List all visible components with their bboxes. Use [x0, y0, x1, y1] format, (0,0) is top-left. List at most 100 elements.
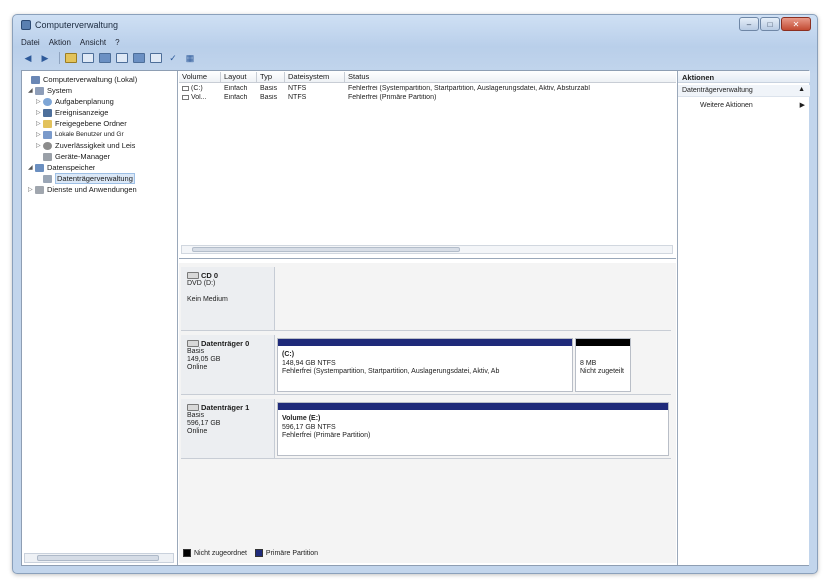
partition-unallocated[interactable]: 8 MB Nicht zugeteilt: [575, 338, 631, 392]
tree-item-label: Computerverwaltung (Lokal): [43, 75, 138, 84]
tree-expander[interactable]: ▷: [28, 186, 35, 193]
system-tools-icon: [35, 86, 44, 95]
view-icon[interactable]: [132, 52, 146, 64]
type-cell: Basis: [260, 94, 278, 101]
column-header-layout[interactable]: Layout: [221, 72, 257, 82]
volume-list-horizontal-scrollbar[interactable]: [181, 245, 673, 254]
disk-info: 596,17 GB: [187, 420, 221, 427]
tree-item-shared-folders[interactable]: ▷ Freigegebene Ordner: [36, 118, 127, 129]
column-header-filesystem[interactable]: Dateisystem: [285, 72, 345, 82]
show-hide-tree-icon[interactable]: [81, 52, 95, 64]
legend-label: Primäre Partition: [265, 549, 319, 557]
column-header-type[interactable]: Typ: [257, 72, 285, 82]
main-content: Computerverwaltung (Lokal) ◢ System ▷ Au…: [21, 70, 810, 566]
disk-info: [187, 288, 268, 296]
disk-0[interactable]: Datenträger 0 Basis 149,05 GB Online (C:…: [181, 335, 671, 395]
disk-info: 149,05 GB: [187, 356, 221, 363]
tree-item-device-manager[interactable]: Geräte-Manager: [36, 151, 110, 162]
menu-help[interactable]: ?: [115, 38, 119, 47]
collapse-arrow-icon[interactable]: ▲: [798, 86, 805, 93]
partition-size: 8 MB: [580, 359, 597, 367]
disk-cd0[interactable]: CD 0 DVD (D:) Kein Medium: [181, 267, 671, 331]
disk-info: Online: [187, 364, 208, 371]
tree-item-event-viewer[interactable]: ▷ Ereignisanzeige: [36, 107, 108, 118]
tree-expander[interactable]: ▷: [36, 109, 43, 116]
disk-label[interactable]: CD 0 DVD (D:) Kein Medium: [181, 267, 275, 330]
actions-title: Aktionen: [678, 71, 810, 83]
help-icon[interactable]: [115, 52, 129, 64]
tree-expander[interactable]: ▷: [36, 142, 43, 149]
column-header-status[interactable]: Status: [345, 72, 675, 82]
layout-cell: Einfach: [224, 94, 248, 101]
disk-info: Basis: [187, 348, 205, 355]
forward-arrow-icon[interactable]: ▶: [38, 52, 52, 64]
actions-section-disk-management[interactable]: Datenträgerverwaltung ▲: [678, 85, 810, 97]
tree-item-storage[interactable]: ◢ Datenspeicher: [28, 162, 95, 173]
volume-name: Vol...: [191, 94, 207, 101]
disk-info: DVD (D:): [187, 280, 216, 287]
disk-name: Datenträger 0: [201, 339, 250, 348]
table-row[interactable]: Vol... Einfach Basis NTFS Fehlerfrei (Pr…: [179, 94, 676, 103]
partition-text: Volume (E:) 596,17 GB NTFS Fehlerfrei (P…: [278, 410, 668, 441]
close-button[interactable]: ✕: [781, 17, 811, 31]
filesystem-cell: NTFS: [288, 85, 307, 92]
table-row[interactable]: (C:) Einfach Basis NTFS Fehlerfrei (Syst…: [179, 85, 676, 94]
computer-management-window: Computerverwaltung – □ ✕ Datei Aktion An…: [12, 14, 818, 574]
export-icon[interactable]: [149, 52, 163, 64]
partition-text: 8 MB Nicht zugeteilt: [576, 346, 630, 377]
menu-aktion[interactable]: Aktion: [49, 38, 71, 47]
toolbar: ◀ ▶ ✓ ▦: [13, 49, 817, 67]
layout-cell: Einfach: [224, 85, 248, 92]
tree-item-label: Dienste und Anwendungen: [47, 185, 137, 194]
partition-e[interactable]: Volume (E:) 596,17 GB NTFS Fehlerfrei (P…: [277, 402, 669, 456]
check-icon[interactable]: ✓: [166, 52, 180, 64]
disk-label[interactable]: Datenträger 1 Basis 596,17 GB Online: [181, 399, 275, 458]
tree-expander[interactable]: ◢: [28, 164, 35, 171]
hard-disk-icon: [187, 340, 199, 347]
tree-expander[interactable]: ◢: [28, 87, 35, 94]
disk-management-icon: [43, 174, 52, 183]
scrollbar-thumb[interactable]: [192, 247, 460, 252]
title-bar[interactable]: Computerverwaltung – □ ✕: [13, 15, 817, 35]
tree-expander[interactable]: ▷: [36, 131, 43, 138]
hard-disk-icon: [187, 404, 199, 411]
tree-item-system[interactable]: ◢ System: [28, 85, 72, 96]
tree-expander[interactable]: ▷: [36, 120, 43, 127]
scrollbar-thumb[interactable]: [37, 555, 159, 561]
disk-1[interactable]: Datenträger 1 Basis 596,17 GB Online Vol…: [181, 399, 671, 459]
volume-cell: Vol...: [179, 94, 221, 101]
toolbar-separator: [59, 52, 60, 64]
partition-c[interactable]: (C:) 148,94 GB NTFS Fehlerfrei (Systempa…: [277, 338, 573, 392]
tree-item-task-scheduler[interactable]: ▷ Aufgabenplanung: [36, 96, 114, 107]
window-title: Computerverwaltung: [35, 20, 119, 30]
menu-ansicht[interactable]: Ansicht: [80, 38, 106, 47]
tree-item-disk-management[interactable]: Datenträgerverwaltung: [36, 173, 135, 184]
volume-cell: (C:): [179, 85, 221, 92]
back-arrow-icon[interactable]: ◀: [21, 52, 35, 64]
maximize-button[interactable]: □: [760, 17, 780, 31]
disk-label[interactable]: Datenträger 0 Basis 149,05 GB Online: [181, 335, 275, 394]
up-folder-icon[interactable]: [64, 52, 78, 64]
volume-name: (C:): [191, 85, 203, 92]
minimize-button[interactable]: –: [739, 17, 759, 31]
tree-item-services-applications[interactable]: ▷ Dienste und Anwendungen: [28, 184, 137, 195]
tree-item-computer-management[interactable]: Computerverwaltung (Lokal): [24, 74, 137, 85]
partition-text: (C:) 148,94 GB NTFS Fehlerfrei (Systempa…: [278, 346, 572, 377]
tree-item-label: Geräte-Manager: [55, 152, 111, 161]
tree-horizontal-scrollbar[interactable]: [24, 553, 174, 563]
column-header-volume[interactable]: Volume: [179, 72, 221, 82]
disk-icon[interactable]: ▦: [183, 52, 197, 64]
partition-size: 596,17 GB NTFS: [282, 423, 336, 431]
services-icon: [35, 185, 44, 194]
volume-list-header: Volume Layout Typ Dateisystem Status: [179, 71, 676, 83]
menu-datei[interactable]: Datei: [21, 38, 40, 47]
tree-expander[interactable]: ▷: [36, 98, 43, 105]
partition-name: [580, 351, 626, 360]
type-cell: Basis: [260, 85, 278, 92]
tree-item-local-users[interactable]: ▷ Lokale Benutzer und Gr: [36, 129, 124, 140]
properties-icon[interactable]: [98, 52, 112, 64]
disk-management-pane: Volume Layout Typ Dateisystem Status (C:…: [179, 71, 676, 565]
clock-icon: [43, 97, 52, 106]
tree-item-reliability[interactable]: ▷ Zuverlässigkeit und Leis: [36, 140, 135, 151]
action-more-actions[interactable]: Weitere Aktionen ▶: [678, 100, 810, 111]
